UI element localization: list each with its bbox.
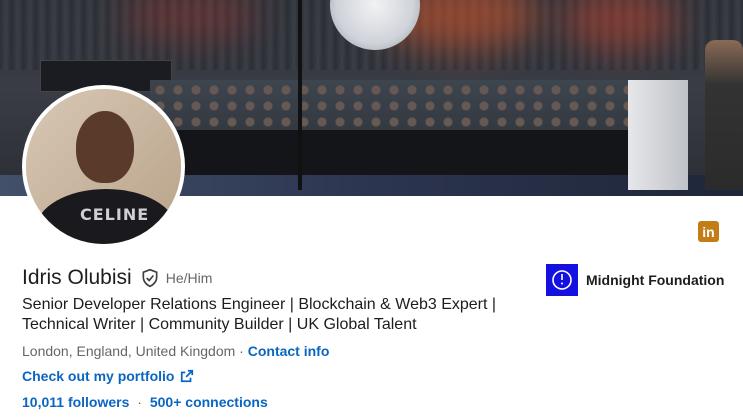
network-stats: 10,011 followers · 500+ connections xyxy=(22,394,268,410)
profile-name: Idris Olubisi xyxy=(22,266,132,289)
external-link-icon xyxy=(181,369,194,383)
verified-shield-icon[interactable] xyxy=(140,267,160,289)
linkedin-icon[interactable]: in xyxy=(698,221,719,242)
light-stand xyxy=(298,0,302,190)
company-logo-icon xyxy=(546,264,578,296)
avatar-shirt-text: CELINE xyxy=(80,205,150,224)
banner-speaker xyxy=(705,40,743,190)
current-company[interactable]: Midnight Foundation xyxy=(546,264,724,296)
followers-link[interactable]: 10,011 followers xyxy=(22,394,129,410)
pronouns: He/Him xyxy=(165,270,213,286)
portfolio-link-row[interactable]: Check out my portfolio xyxy=(22,368,194,384)
location-row: London, England, United Kingdom · Contac… xyxy=(22,343,329,359)
portfolio-link[interactable]: Check out my portfolio xyxy=(22,368,174,384)
company-name: Midnight Foundation xyxy=(586,272,725,288)
connections-link[interactable]: 500+ connections xyxy=(150,394,268,410)
contact-info-link[interactable]: Contact info xyxy=(248,343,330,359)
banner-podium xyxy=(628,80,688,190)
name-row: Idris Olubisi He/Him xyxy=(22,266,212,290)
banner-tables xyxy=(166,130,644,180)
location-separator: · xyxy=(239,343,244,359)
stats-separator: · xyxy=(137,394,142,410)
profile-avatar[interactable]: CELINE xyxy=(22,85,185,248)
avatar-head xyxy=(76,111,134,183)
profile-location: London, England, United Kingdom xyxy=(22,343,236,359)
profile-headline: Senior Developer Relations Engineer | Bl… xyxy=(22,296,497,333)
